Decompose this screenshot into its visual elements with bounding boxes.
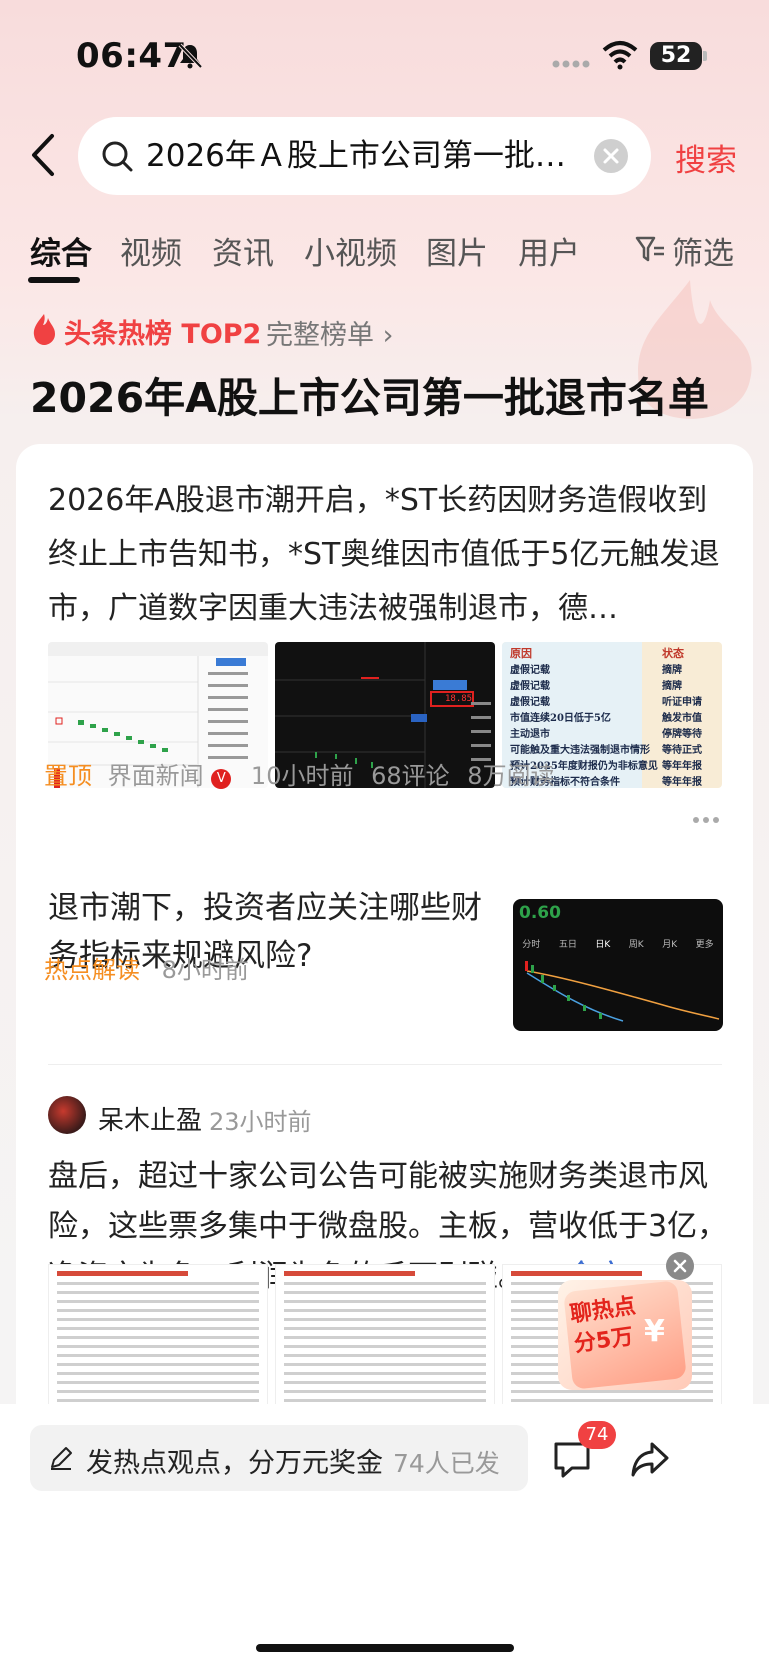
wifi-icon (602, 41, 638, 70)
tab-filter[interactable]: 筛选 (672, 228, 734, 273)
table-cell-reason: 可能触及重大违法强制退市情形 (510, 745, 650, 756)
table-cell-status: 摘牌 (662, 665, 682, 676)
article-1-comments: 68评论 (371, 762, 450, 790)
tab-images[interactable]: 图片 (426, 228, 488, 273)
table-cell-status: 触发市值 (662, 713, 702, 724)
article-1-source[interactable]: 界面新闻 (108, 762, 204, 790)
hot-rank-label: 头条热榜 TOP2 (64, 319, 262, 350)
table-cell-status: 等待正式 (662, 745, 702, 756)
table-header-reason: 原因 (510, 647, 532, 660)
full-list-link[interactable]: 完整榜单 › (266, 313, 393, 352)
article-2-thumb[interactable]: 0.60 分时 五日 日K 周K 月K 更多 (513, 899, 723, 1031)
thumb-kline-sketch (525, 961, 720, 1022)
tab-users[interactable]: 用户 (518, 228, 580, 273)
table-row: 虚假记载 听证申请 (502, 693, 722, 709)
table-row: 市值连续20日低于5亿 触发市值 (502, 709, 722, 725)
active-tab-indicator (28, 277, 80, 283)
posted-count: 74人已发 (393, 1449, 500, 1478)
fire-icon (33, 314, 55, 345)
search-button[interactable]: 搜索 (675, 135, 737, 180)
pinned-badge: 置顶 (44, 762, 92, 790)
status-time: 06:47 (76, 36, 187, 76)
hot-topic-promo[interactable]: 聊热点 分5万 ¥ (558, 1280, 692, 1390)
table-row: 虚假记载 摘牌 (502, 677, 722, 693)
tab-news[interactable]: 资讯 (212, 228, 274, 273)
more-icon[interactable] (692, 816, 720, 824)
article-1-meta: 置顶 界面新闻 V 10小时前 68评论 8万阅读 (44, 756, 555, 791)
search-field[interactable]: 2026年Ａ股上市公司第一批… (78, 117, 651, 195)
pen-icon (51, 1447, 72, 1470)
clear-icon (603, 148, 619, 164)
avatar[interactable] (48, 1096, 86, 1134)
table-cell-status: 摘牌 (662, 681, 682, 692)
article-2-meta: 热点解读 8小时前 (44, 950, 249, 985)
comment-prompt-text: 发热点观点，分万元奖金 (86, 1448, 383, 1479)
table-header-status: 状态 (662, 647, 684, 660)
tab-short-video[interactable]: 小视频 (304, 228, 397, 273)
tab-comprehensive[interactable]: 综合 (30, 228, 92, 273)
filter-icon[interactable] (634, 234, 666, 264)
article-1-time: 10小时前 (250, 762, 354, 790)
table-cell-reason: 虚假记载 (510, 665, 550, 676)
signal-dots-icon (552, 60, 590, 68)
close-icon (673, 1259, 687, 1273)
doc-thumb-2 (275, 1264, 495, 1416)
promo-text: 聊热点 分5万 (568, 1292, 642, 1361)
status-bar: 06:47 52 (0, 0, 769, 110)
promo-yen: ¥ (644, 1314, 665, 1349)
home-indicator (256, 1644, 514, 1652)
table-row: 主动退市 停牌等待 (502, 725, 722, 741)
table-cell-reason: 主动退市 (510, 729, 550, 740)
table-cell-status: 听证申请 (662, 697, 702, 708)
doc-thumb-1 (48, 1264, 268, 1416)
battery-indicator: 52 (650, 42, 702, 70)
table-cell-reason: 虚假记载 (510, 681, 550, 692)
thumb-price: 18.85 (445, 694, 473, 704)
verified-icon: V (211, 769, 232, 789)
comment-prompt: 发热点观点，分万元奖金 74人已发 (86, 1441, 500, 1480)
table-cell-status: 停牌等待 (662, 729, 702, 740)
divider (48, 1064, 722, 1065)
table-cell-status: 等年年报 (662, 761, 702, 772)
tab-video[interactable]: 视频 (120, 228, 182, 273)
back-arrow-icon[interactable] (28, 130, 60, 180)
hot-interpretation-tag: 热点解读 (44, 956, 140, 984)
comment-input[interactable]: 发热点观点，分万元奖金 74人已发 (30, 1425, 528, 1491)
article-1-reads: 8万阅读 (467, 762, 555, 790)
bottom-bar: 发热点观点，分万元奖金 74人已发 74 (0, 1404, 769, 1665)
battery-cap (703, 51, 707, 61)
search-icon (102, 141, 133, 172)
table-row: 可能触及重大违法强制退市情形 等待正式 (502, 741, 722, 757)
promo-close-button[interactable] (666, 1252, 694, 1280)
bell-muted-icon (178, 43, 203, 69)
table-cell-reason: 市值连续20日低于5亿 (510, 713, 611, 724)
article-3-time: 23小时前 (209, 1108, 312, 1136)
comment-count-badge: 74 (578, 1421, 616, 1449)
table-cell-status: 等年年报 (662, 777, 702, 788)
page-title[interactable]: 2026年A股上市公司第一批退市名单 (30, 364, 709, 424)
author-name[interactable]: 呆木止盈 (98, 1100, 202, 1137)
table-row: 虚假记载 摘牌 (502, 661, 722, 677)
article-2-time: 8小时前 (161, 956, 249, 984)
share-icon[interactable] (630, 1440, 670, 1478)
search-input[interactable]: 2026年Ａ股上市公司第一批… (146, 135, 586, 177)
article-1-text[interactable]: 2026年A股退市潮开启，*ST长药因财务造假收到终止上市告知书，*ST奥维因市… (48, 474, 728, 636)
table-cell-reason: 虚假记载 (510, 697, 550, 708)
clear-button[interactable] (594, 139, 628, 173)
